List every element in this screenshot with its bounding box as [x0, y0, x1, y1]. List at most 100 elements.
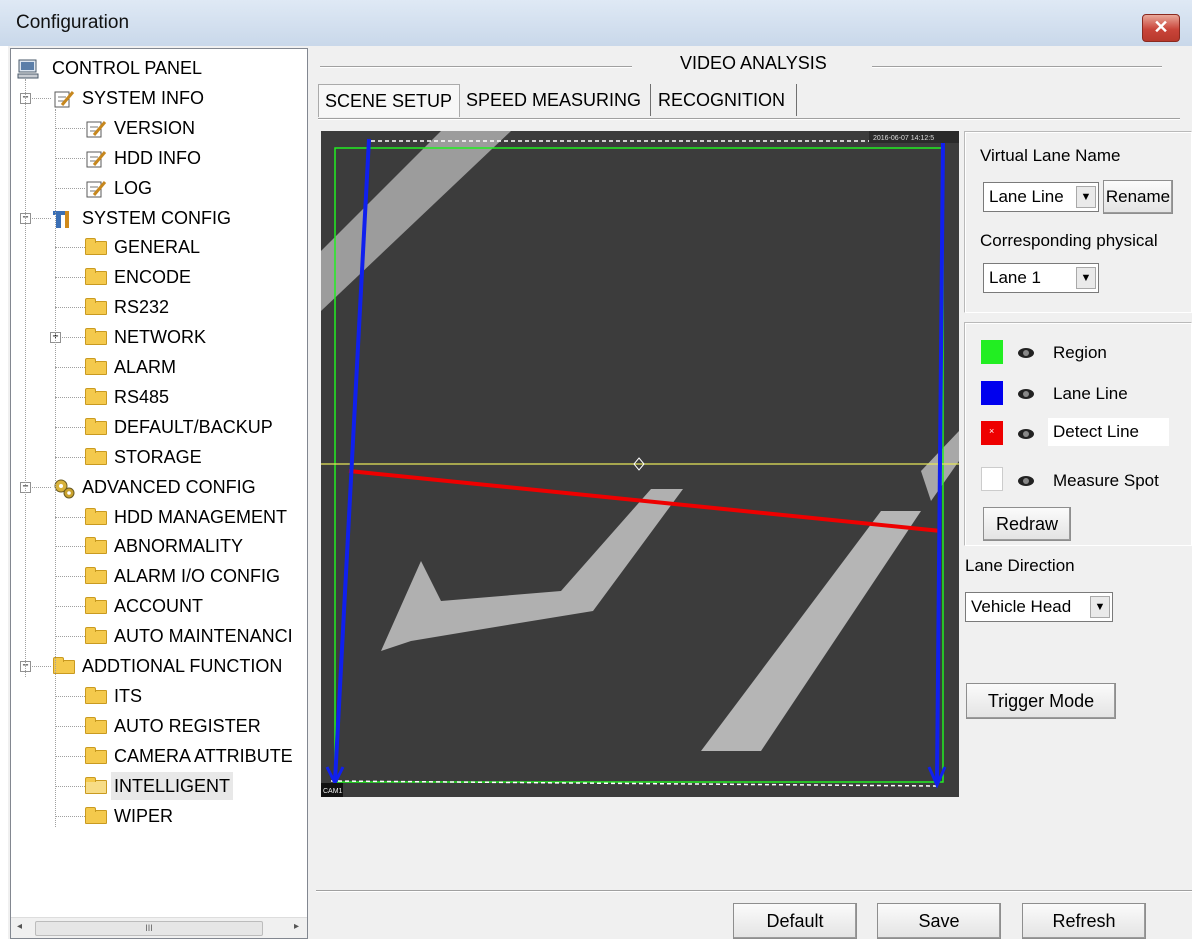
redraw-button[interactable]: Redraw — [983, 507, 1071, 541]
channel-label: CAM1 — [323, 788, 343, 795]
lane-direction-select[interactable]: Vehicle Head ▼ — [965, 592, 1113, 622]
folder-icon — [85, 387, 107, 405]
tab-underline — [318, 118, 1180, 120]
chevron-down-icon[interactable]: ▼ — [1076, 267, 1096, 289]
tree-connector — [55, 516, 85, 518]
chevron-down-icon[interactable]: ▼ — [1076, 186, 1096, 208]
lane-line-color-swatch[interactable] — [981, 381, 1003, 405]
scroll-right-icon[interactable]: ▸ — [294, 921, 299, 932]
rename-button[interactable]: Rename — [1103, 180, 1173, 214]
tree-item-rs485[interactable]: RS485 — [111, 383, 172, 411]
chevron-down-icon[interactable]: ▼ — [1090, 596, 1110, 618]
tree-connector — [55, 277, 85, 279]
scrollbar-thumb[interactable]: III — [35, 921, 263, 936]
tree-item-alarm-i-o-config[interactable]: ALARM I/O CONFIG — [111, 562, 283, 590]
virtual-lane-select[interactable]: Lane Line ▼ — [983, 182, 1099, 212]
tree-connector — [55, 127, 85, 129]
eye-icon[interactable] — [1018, 348, 1034, 358]
tree-item-intelligent[interactable]: INTELLIGENT — [111, 771, 234, 800]
region-color-swatch[interactable] — [981, 340, 1003, 364]
tree-connector — [55, 815, 85, 817]
folder-icon — [85, 537, 107, 555]
tree-item-general[interactable]: GENERAL — [111, 233, 203, 261]
tree-item-control-panel[interactable]: CONTROL PANEL — [49, 54, 205, 82]
tree-item-wiper[interactable]: WIPER — [111, 802, 176, 830]
virtual-lane-name-label: Virtual Lane Name — [980, 146, 1121, 165]
title-rule-left — [320, 66, 632, 68]
folder-icon — [85, 328, 107, 346]
folder-icon — [85, 806, 107, 824]
measure-spot-color-swatch[interactable] — [981, 467, 1003, 491]
tree-item-its[interactable]: ITS — [111, 682, 145, 710]
video-timestamp: 2016-06-07 14:12:5 — [873, 135, 934, 142]
tree-item-default-backup[interactable]: DEFAULT/BACKUP — [111, 413, 276, 441]
physical-lane-value: Lane 1 — [989, 268, 1041, 287]
tree-item-account[interactable]: ACCOUNT — [111, 592, 206, 620]
tree-connector — [55, 725, 85, 727]
tree-item-addtional-function[interactable]: ADDTIONAL FUNCTION — [79, 652, 285, 680]
tree-connector — [55, 755, 85, 757]
refresh-button[interactable]: Refresh — [1022, 903, 1146, 939]
tree-connector — [55, 636, 85, 638]
folder-icon — [85, 268, 107, 286]
tab-label: SCENE SETUP — [325, 91, 453, 111]
section-title: VIDEO ANALYSIS — [680, 53, 827, 73]
tree-item-system-config[interactable]: SYSTEM CONFIG — [79, 204, 234, 232]
horizontal-scrollbar[interactable]: ◂ III ▸ — [11, 917, 307, 938]
eye-icon[interactable] — [1018, 429, 1034, 439]
title-rule-right — [872, 66, 1162, 68]
tree-item-network[interactable]: NETWORK — [111, 323, 209, 351]
tree-item-auto-register[interactable]: AUTO REGISTER — [111, 712, 264, 740]
folder-icon — [85, 716, 107, 734]
tree-item-hdd-info[interactable]: HDD INFO — [111, 144, 204, 172]
tree-connector — [55, 546, 85, 548]
notepad-icon — [85, 179, 107, 198]
eye-icon[interactable] — [1018, 476, 1034, 486]
tree-item-abnormality[interactable]: ABNORMALITY — [111, 532, 246, 560]
close-button[interactable]: ✕ — [1142, 14, 1180, 42]
tree-item-rs232[interactable]: RS232 — [111, 293, 172, 321]
tree-item-storage[interactable]: STORAGE — [111, 443, 205, 471]
open-folder-icon — [85, 776, 107, 794]
tab-speed-measuring[interactable]: SPEED MEASURING — [460, 84, 651, 116]
tree-item-auto-maintenanci[interactable]: AUTO MAINTENANCI — [111, 622, 296, 650]
folder-icon — [85, 627, 107, 645]
tree-connector — [55, 785, 85, 787]
tree-item-system-info[interactable]: SYSTEM INFO — [79, 84, 207, 112]
tools-icon — [53, 209, 75, 228]
legend-lane-line-label: Lane Line — [1053, 384, 1128, 403]
tree-item-advanced-config[interactable]: ADVANCED CONFIG — [79, 473, 259, 501]
folder-icon — [85, 298, 107, 316]
tab-scene-setup[interactable]: SCENE SETUP — [318, 84, 460, 117]
tree-item-encode[interactable]: ENCODE — [111, 263, 194, 291]
tree-connector — [55, 187, 85, 189]
default-button[interactable]: Default — [733, 903, 857, 939]
tree-connector — [55, 426, 85, 428]
legend-region-label: Region — [1053, 343, 1107, 362]
tree-item-log[interactable]: LOG — [111, 174, 155, 202]
tree-connector — [55, 367, 85, 368]
tree-guide — [55, 109, 56, 827]
tree-item-hdd-management[interactable]: HDD MANAGEMENT — [111, 503, 290, 531]
physical-lane-select[interactable]: Lane 1 ▼ — [983, 263, 1099, 293]
window-title: Configuration — [16, 12, 130, 33]
tree-guide — [25, 79, 26, 677]
detect-line-color-swatch[interactable]: × — [981, 421, 1003, 445]
video-preview[interactable]: 2016-06-07 14:12:5 CAM1 — [321, 131, 959, 797]
tab-label: SPEED MEASURING — [466, 90, 642, 110]
tab-recognition[interactable]: RECOGNITION — [652, 84, 797, 116]
tree-item-alarm[interactable]: ALARM — [111, 353, 179, 381]
scroll-left-icon[interactable]: ◂ — [17, 921, 22, 932]
lane-direction-label: Lane Direction — [965, 556, 1075, 575]
scene-overlay[interactable]: 2016-06-07 14:12:5 CAM1 — [321, 131, 959, 797]
tree-item-camera-attribute[interactable]: CAMERA ATTRIBUTE — [111, 742, 296, 770]
tree-connector — [55, 247, 85, 249]
save-button[interactable]: Save — [877, 903, 1001, 939]
tree-item-version[interactable]: VERSION — [111, 114, 198, 142]
eye-icon[interactable] — [1018, 389, 1034, 399]
tree-connector — [55, 456, 85, 458]
trigger-mode-button[interactable]: Trigger Mode — [966, 683, 1116, 719]
notepad-icon — [85, 149, 107, 168]
folder-icon — [85, 417, 107, 435]
tab-label: RECOGNITION — [658, 90, 786, 110]
